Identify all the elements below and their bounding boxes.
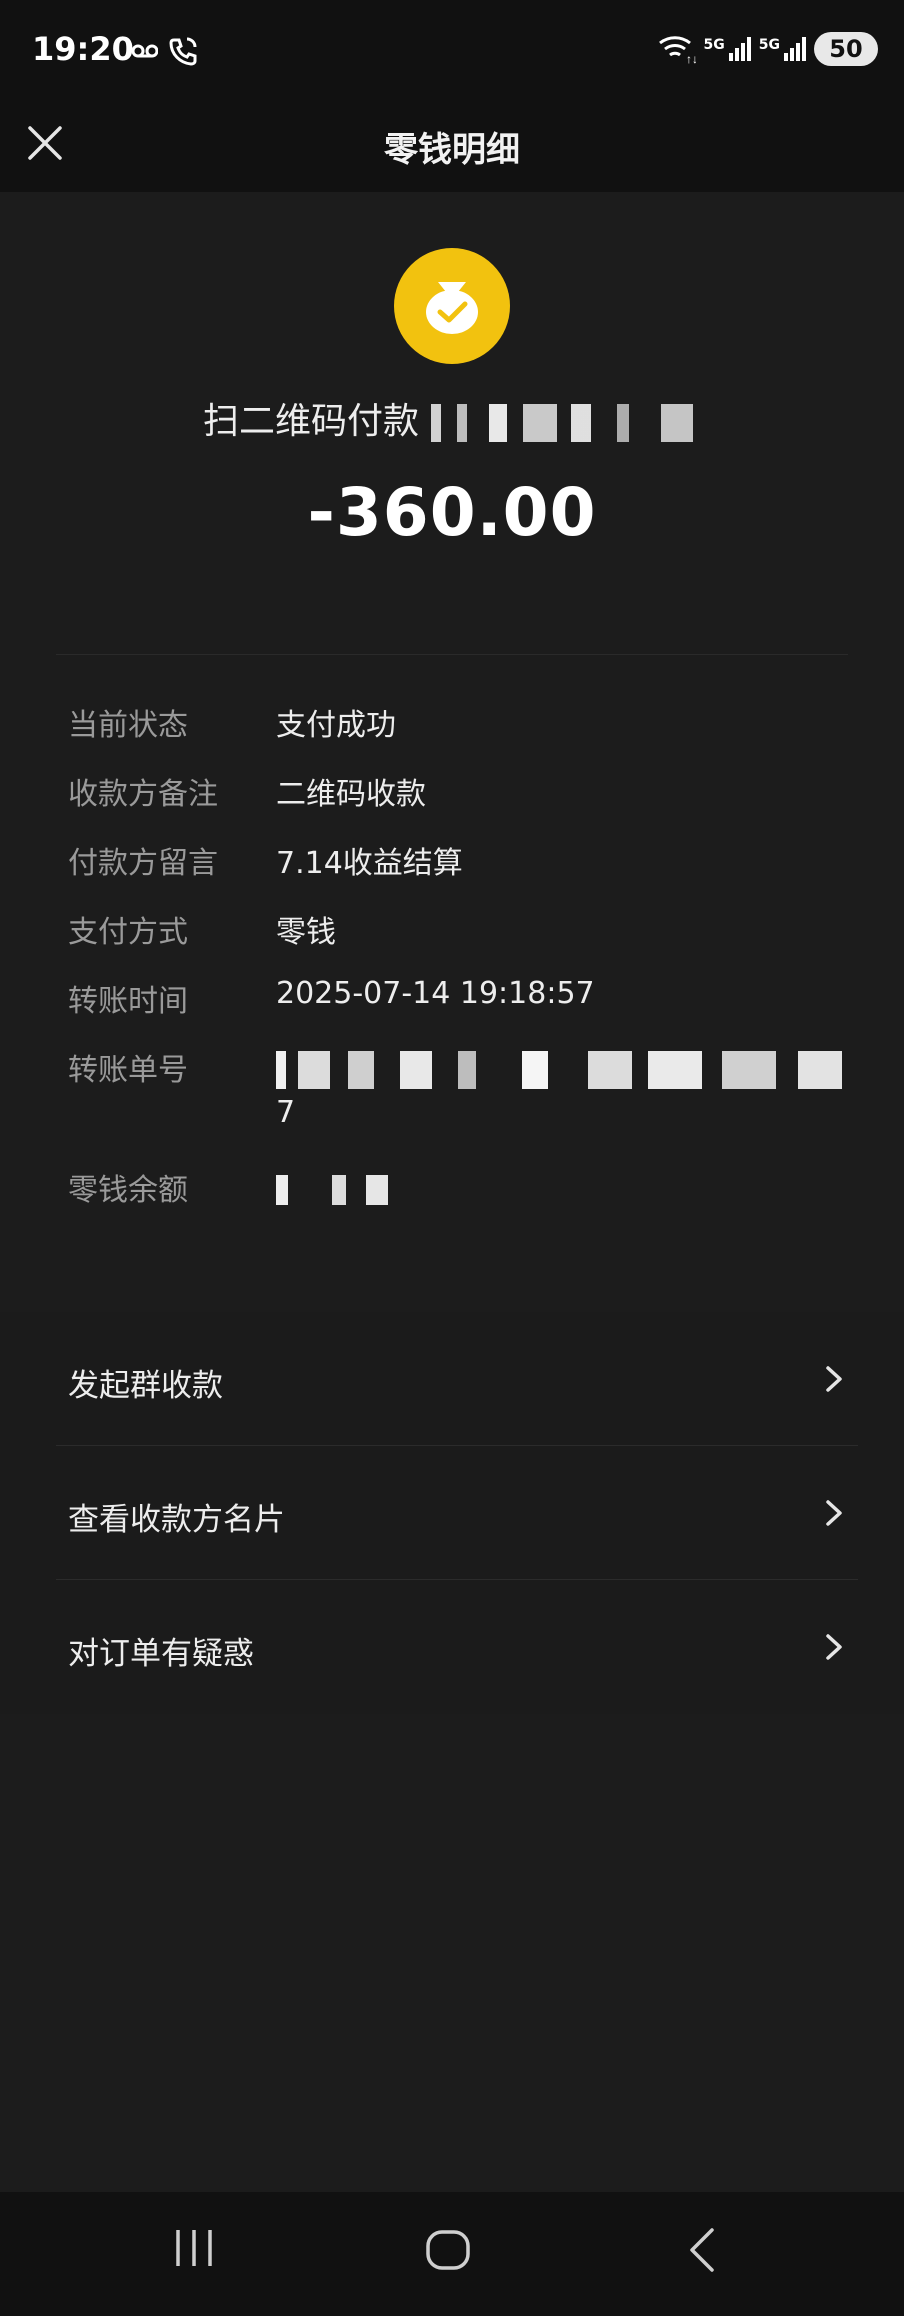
detail-value: 2025-07-14 19:18:57 bbox=[276, 976, 595, 1011]
net-label-2: 5G bbox=[758, 37, 780, 53]
merchant-name-redacted bbox=[431, 404, 701, 442]
recent-apps-icon[interactable] bbox=[172, 2226, 216, 2270]
money-bag-check-icon bbox=[394, 248, 510, 364]
transaction-type: 扫二维码付款 bbox=[202, 401, 419, 442]
action-menu: 发起群收款 查看收款方名片 对订单有疑惑 bbox=[0, 1312, 904, 1714]
detail-value: 零钱 bbox=[276, 915, 336, 950]
balance-redacted bbox=[276, 1175, 396, 1205]
status-left-icons bbox=[132, 36, 198, 66]
detail-row-payee-note: 收款方备注 二维码收款 bbox=[68, 769, 848, 838]
detail-label: 收款方备注 bbox=[68, 777, 218, 812]
net-label-1: 5G bbox=[703, 37, 725, 53]
detail-label: 付款方留言 bbox=[68, 846, 218, 881]
svg-text:↑↓: ↑↓ bbox=[686, 52, 696, 65]
detail-row-payer-message: 付款方留言 7.14收益结算 bbox=[68, 838, 848, 907]
phone-wifi-call-icon bbox=[169, 37, 197, 66]
status-time: 19:20 bbox=[32, 30, 134, 68]
detail-label: 当前状态 bbox=[68, 708, 188, 743]
5g-signal-icon: 5G bbox=[704, 37, 751, 61]
home-icon[interactable] bbox=[424, 2226, 472, 2274]
detail-label: 转账时间 bbox=[68, 984, 188, 1019]
transfer-number-tail: 7 bbox=[276, 1095, 296, 1130]
detail-row-transfer-time: 转账时间 2025-07-14 19:18:57 bbox=[68, 976, 848, 1045]
system-nav-bar bbox=[0, 2192, 904, 2316]
transaction-type-line: 扫二维码付款 bbox=[0, 392, 904, 444]
status-right-icons: ↑↓ 5G 5G 50 bbox=[658, 32, 878, 66]
detail-value: 二维码收款 bbox=[276, 777, 426, 812]
menu-item-label: 发起群收款 bbox=[68, 1368, 223, 1404]
menu-item-group-collect[interactable]: 发起群收款 bbox=[0, 1312, 904, 1446]
menu-item-order-question[interactable]: 对订单有疑惑 bbox=[0, 1580, 904, 1714]
back-icon[interactable] bbox=[684, 2226, 720, 2274]
menu-item-label: 对订单有疑惑 bbox=[68, 1636, 254, 1672]
transaction-amount: -360.00 bbox=[307, 474, 597, 551]
detail-label: 支付方式 bbox=[68, 915, 188, 950]
detail-label: 转账单号 bbox=[68, 1053, 188, 1088]
nav-bar: 零钱明细 bbox=[0, 110, 904, 192]
divider bbox=[56, 654, 848, 655]
transfer-number-redacted bbox=[276, 1051, 846, 1089]
menu-item-view-payee-card[interactable]: 查看收款方名片 bbox=[0, 1446, 904, 1580]
detail-row-status: 当前状态 支付成功 bbox=[68, 700, 848, 769]
transaction-details: 当前状态 支付成功 收款方备注 二维码收款 付款方留言 7.14收益结算 支付方… bbox=[68, 700, 848, 1234]
chevron-right-icon bbox=[826, 1500, 842, 1526]
status-bar: 19:20 ↑↓ 5G 5G 50 bbox=[0, 0, 904, 110]
page-title: 零钱明细 bbox=[384, 130, 520, 170]
battery-indicator: 50 bbox=[814, 32, 878, 66]
5g-signal-icon: 5G bbox=[759, 37, 806, 61]
detail-row-payment-method: 支付方式 零钱 bbox=[68, 907, 848, 976]
detail-label: 零钱余额 bbox=[68, 1173, 188, 1208]
detail-value: 支付成功 bbox=[276, 708, 396, 743]
chevron-right-icon bbox=[826, 1634, 842, 1660]
chevron-right-icon bbox=[826, 1366, 842, 1392]
detail-row-transfer-number: 转账单号 7 bbox=[68, 1045, 848, 1165]
detail-row-balance: 零钱余额 bbox=[68, 1165, 848, 1234]
voicemail-icon bbox=[132, 44, 158, 58]
detail-value: 7.14收益结算 bbox=[276, 846, 463, 881]
menu-item-label: 查看收款方名片 bbox=[68, 1502, 285, 1538]
wifi-6-icon: ↑↓ bbox=[658, 36, 696, 65]
